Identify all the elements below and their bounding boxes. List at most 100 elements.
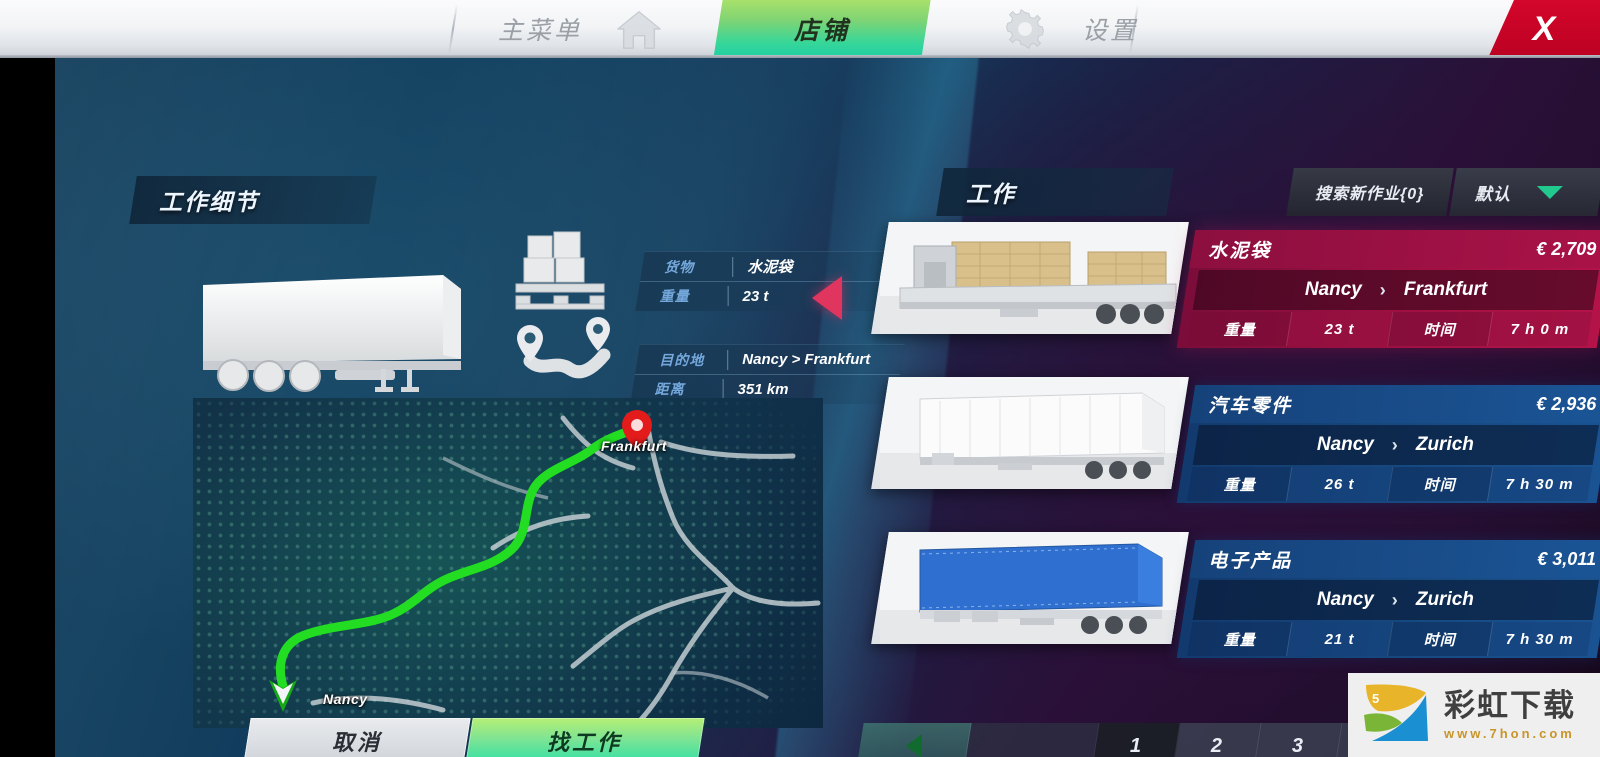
job-origin: Nancy bbox=[1317, 434, 1375, 455]
job-price: € 2,936 bbox=[1536, 393, 1597, 414]
job-info: 电子产品 € 3,011 Nancy › Zurich 重量 21 t 时间 7… bbox=[1176, 540, 1600, 658]
search-new-jobs-button[interactable]: 搜索新作业{0} bbox=[1286, 168, 1454, 216]
tab-main-menu-label: 主菜单 bbox=[497, 17, 582, 45]
gear-icon bbox=[1002, 7, 1048, 51]
job-stats: 重量 21 t 时间 7 h 30 m bbox=[1186, 622, 1593, 656]
sort-dropdown[interactable]: 默认 bbox=[1449, 168, 1600, 216]
job-list: 水泥袋 € 2,709 Nancy › Frankfurt 重量 23 t 时间… bbox=[812, 222, 1600, 695]
tab-shop[interactable]: 店铺 bbox=[713, 0, 931, 58]
job-destination: Zurich bbox=[1416, 589, 1475, 610]
job-weight-label: 重量 bbox=[1223, 476, 1256, 494]
job-stats: 重量 23 t 时间 7 h 0 m bbox=[1186, 312, 1593, 346]
job-info: 水泥袋 € 2,709 Nancy › Frankfurt 重量 23 t 时间… bbox=[1176, 230, 1600, 348]
jobs-panel-header: 工作 搜索新作业{0} 默认 bbox=[936, 168, 1600, 216]
job-info: 汽车零件 € 2,936 Nancy › Zurich 重量 26 t 时间 7… bbox=[1176, 385, 1600, 503]
game-screen: 主菜单 店铺 设置 X 工作细节 货物 水泥袋 重量 23 t 目的地 Nanc… bbox=[0, 0, 1600, 757]
pagination-page-2-label: 2 bbox=[1211, 734, 1223, 757]
pagination-page-1-label: 1 bbox=[1130, 734, 1142, 757]
row-divider bbox=[732, 256, 734, 277]
pagination-page-1[interactable]: 1 bbox=[1092, 723, 1181, 757]
pagination-page-2[interactable]: 2 bbox=[1173, 723, 1262, 757]
job-origin: Nancy bbox=[1304, 279, 1362, 300]
job-details-panel: 工作细节 货物 水泥袋 重量 23 t 目的地 Nancy > Frankfur… bbox=[65, 58, 910, 757]
job-route: Nancy › Frankfurt bbox=[1192, 270, 1600, 310]
find-job-button[interactable]: 找工作 bbox=[465, 718, 705, 757]
arrow-right-icon: › bbox=[1392, 589, 1399, 610]
cancel-button[interactable]: 取消 bbox=[243, 718, 471, 757]
watermark-logo-icon: 5 bbox=[1356, 679, 1434, 752]
job-route: Nancy › Zurich bbox=[1192, 580, 1600, 620]
caret-left-icon bbox=[905, 734, 922, 757]
pagination-page-3[interactable]: 3 bbox=[1254, 723, 1343, 757]
weight-label: 重量 bbox=[659, 288, 690, 304]
job-time-value-cell: 7 h 0 m bbox=[1486, 312, 1593, 346]
job-header: 汽车零件 € 2,936 bbox=[1189, 385, 1600, 423]
job-origin: Nancy bbox=[1317, 589, 1375, 610]
job-title: 水泥袋 bbox=[1208, 240, 1272, 262]
tab-settings-label: 设置 bbox=[1081, 17, 1138, 45]
weight-row: 重量 23 t bbox=[635, 281, 905, 310]
route-pins-icon bbox=[508, 311, 620, 396]
route-map[interactable]: Frankfurt Nancy bbox=[193, 398, 823, 728]
search-new-jobs-label: 搜索新作业{0} bbox=[1315, 186, 1425, 203]
job-thumbnail bbox=[871, 377, 1189, 489]
svg-text:5: 5 bbox=[1372, 691, 1379, 706]
job-thumbnail bbox=[871, 222, 1189, 334]
pagination-prev-button[interactable] bbox=[856, 723, 972, 757]
job-weight-value: 23 t bbox=[1324, 320, 1355, 338]
jobs-panel: 工作 搜索新作业{0} 默认 水泥袋 € 2,709 Nancy › Frank… bbox=[812, 168, 1600, 757]
job-details-title: 工作细节 bbox=[159, 189, 259, 215]
tab-settings[interactable]: 设置 bbox=[920, 0, 1220, 58]
jobs-title: 工作 bbox=[966, 181, 1016, 207]
tab-main-menu[interactable]: 主菜单 bbox=[430, 0, 730, 58]
job-time-label-cell: 时间 bbox=[1386, 622, 1493, 656]
watermark-url: www.7hon.com bbox=[1444, 725, 1575, 741]
pagination-page-3-label: 3 bbox=[1292, 734, 1304, 757]
job-weight-label-cell: 重量 bbox=[1186, 622, 1292, 656]
distance-value: 351 km bbox=[737, 380, 789, 398]
job-price: € 2,709 bbox=[1536, 238, 1597, 259]
job-header: 电子产品 € 3,011 bbox=[1189, 540, 1600, 578]
jobs-title-plate: 工作 bbox=[936, 168, 1174, 216]
job-destination: Zurich bbox=[1416, 434, 1475, 455]
job-time-value: 7 h 30 m bbox=[1506, 630, 1575, 648]
destination-row: 目的地 Nancy > Frankfurt bbox=[635, 345, 905, 374]
stage-background: 工作细节 货物 水泥袋 重量 23 t 目的地 Nancy > Frankfur… bbox=[55, 58, 1600, 757]
close-button[interactable]: X bbox=[1488, 0, 1600, 58]
job-time-value-cell: 7 h 30 m bbox=[1486, 622, 1593, 656]
job-weight-label-cell: 重量 bbox=[1186, 312, 1292, 346]
job-title: 电子产品 bbox=[1208, 550, 1293, 572]
job-time-label-cell: 时间 bbox=[1386, 312, 1493, 346]
job-time-label-cell: 时间 bbox=[1386, 467, 1493, 501]
cancel-button-label: 取消 bbox=[331, 730, 382, 755]
job-card[interactable]: 汽车零件 € 2,936 Nancy › Zurich 重量 26 t 时间 7… bbox=[871, 377, 1600, 503]
job-weight-label: 重量 bbox=[1223, 631, 1256, 649]
row-divider bbox=[722, 379, 724, 399]
distance-label: 距离 bbox=[654, 381, 685, 397]
job-stats: 重量 26 t 时间 7 h 30 m bbox=[1186, 467, 1593, 501]
watermark: 5 彩虹下载 www.7hon.com bbox=[1348, 673, 1600, 757]
page-title: 工作细节 bbox=[129, 176, 377, 224]
top-navigation-bar: 主菜单 店铺 设置 X bbox=[0, 0, 1600, 58]
cargo-label: 货物 bbox=[664, 258, 695, 275]
tab-shop-label: 店铺 bbox=[793, 17, 850, 45]
cargo-value: 水泥袋 bbox=[747, 259, 793, 276]
map-label-frankfurt: Frankfurt bbox=[601, 438, 667, 454]
cargo-pallet-icon bbox=[508, 230, 613, 310]
job-weight-label-cell: 重量 bbox=[1186, 467, 1292, 501]
job-title: 汽车零件 bbox=[1208, 395, 1293, 417]
job-card[interactable]: 电子产品 € 3,011 Nancy › Zurich 重量 21 t 时间 7… bbox=[871, 532, 1600, 658]
pagination-spacer bbox=[964, 723, 1100, 757]
job-weight-value-cell: 23 t bbox=[1286, 312, 1392, 346]
watermark-title: 彩虹下载 bbox=[1444, 687, 1576, 723]
route-line bbox=[275, 425, 638, 691]
job-route: Nancy › Zurich bbox=[1192, 425, 1600, 465]
job-card[interactable]: 水泥袋 € 2,709 Nancy › Frankfurt 重量 23 t 时间… bbox=[812, 222, 1600, 348]
row-divider bbox=[727, 286, 729, 306]
map-roads bbox=[269, 410, 821, 728]
job-time-label: 时间 bbox=[1423, 321, 1456, 339]
main-stage: 工作细节 货物 水泥袋 重量 23 t 目的地 Nancy > Frankfur… bbox=[0, 58, 1600, 757]
job-thumbnail bbox=[871, 532, 1189, 644]
job-time-value-cell: 7 h 30 m bbox=[1486, 467, 1593, 501]
cargo-row: 货物 水泥袋 bbox=[640, 252, 910, 281]
